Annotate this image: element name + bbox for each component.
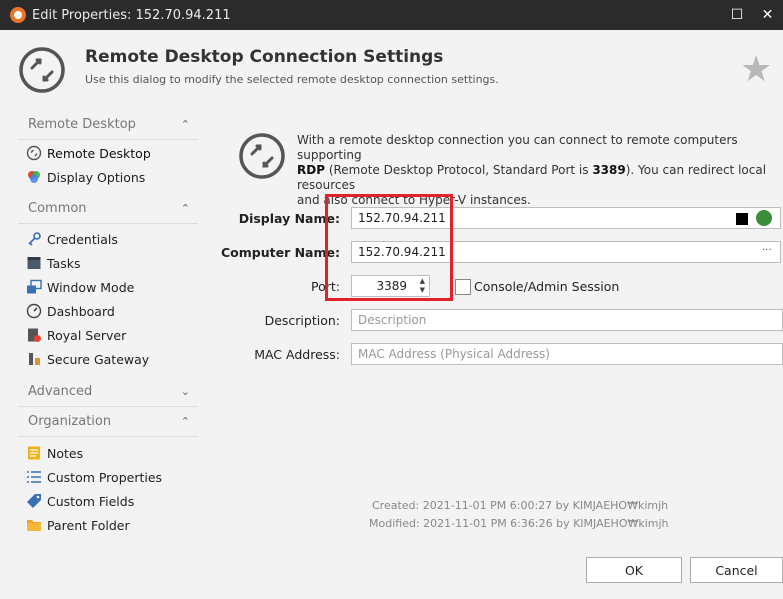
section-remote-desktop[interactable]: Remote Desktop ⌃ (18, 110, 198, 140)
list-icon (26, 469, 42, 485)
main-panel: With a remote desktop connection you can… (200, 110, 783, 599)
sidebar-item-label: Dashboard (47, 303, 115, 319)
page-subtitle: Use this dialog to modify the selected r… (85, 73, 499, 86)
remote-desktop-icon (239, 133, 285, 179)
info-rdp: RDP (297, 163, 325, 177)
browse-icon[interactable]: ··· (762, 245, 772, 256)
folder-icon (26, 517, 42, 533)
sidebar-item-label: Window Mode (47, 279, 135, 295)
chevron-up-icon[interactable]: ⌃ (181, 118, 190, 131)
rdp-icon (26, 145, 42, 161)
computer-name-label: Computer Name: (220, 245, 340, 260)
notes-icon (26, 445, 42, 461)
chevron-up-icon[interactable]: ⌃ (181, 202, 190, 215)
sidebar-item-label: Custom Properties (47, 469, 163, 485)
royal-server-icon (26, 327, 42, 343)
section-label: Common (28, 201, 87, 216)
info-port: 3389 (592, 163, 626, 177)
console-session-label[interactable]: Console/Admin Session (474, 279, 619, 294)
display-name-label: Display Name: (238, 211, 340, 226)
sidebar-item-tasks[interactable]: Tasks (18, 251, 198, 275)
section-label: Organization (28, 414, 112, 429)
sidebar-item-label: Royal Server (47, 327, 127, 343)
section-label: Remote Desktop (28, 117, 136, 132)
ok-button[interactable]: OK (586, 557, 682, 583)
sidebar-item-display-options[interactable]: Display Options (18, 165, 198, 189)
sidebar-item-notes[interactable]: Notes (18, 441, 198, 465)
chevron-down-icon[interactable]: ⌄ (181, 385, 190, 398)
sidebar-item-label: Credentials (47, 231, 118, 247)
sidebar-item-label: Parent Folder (47, 517, 130, 533)
mac-address-field[interactable]: MAC Address (Physical Address) (351, 343, 783, 365)
description-label: Description: (264, 313, 340, 328)
sidebar-item-label: Tasks (47, 255, 81, 271)
favorite-star-icon[interactable]: ★ (740, 52, 772, 88)
key-icon (26, 231, 42, 247)
chevron-up-icon[interactable]: ⌃ (181, 415, 190, 428)
info-line-1: With a remote desktop connection you can… (297, 133, 738, 162)
sidebar-item-secure-gateway[interactable]: Secure Gateway (18, 347, 198, 371)
created-info: Created: 2021-11-01 PM 6:00:27 by KIMJAE… (372, 499, 669, 512)
close-button[interactable]: ✕ (752, 0, 783, 30)
sidebar-item-label: Notes (47, 445, 84, 461)
dashboard-icon (26, 303, 42, 319)
sidebar-item-remote-desktop[interactable]: Remote Desktop (18, 141, 198, 165)
description-field[interactable]: Description (351, 309, 783, 331)
connection-icon[interactable] (756, 210, 772, 226)
title-bar: Edit Properties: 152.70.94.211 ☐ ✕ (0, 0, 783, 30)
color-swatch-icon[interactable] (736, 213, 748, 225)
tasks-icon (26, 255, 42, 271)
window-title: Edit Properties: 152.70.94.211 (32, 7, 231, 23)
info-line-2a: (Remote Desktop Protocol, Standard Port … (325, 163, 593, 177)
sidebar-item-custom-fields[interactable]: Custom Fields (18, 489, 198, 513)
sidebar-item-label: Secure Gateway (47, 351, 150, 367)
sidebar-item-label: Remote Desktop (47, 145, 151, 161)
section-advanced[interactable]: Advanced ⌄ (18, 377, 198, 407)
remote-desktop-large-icon (19, 47, 65, 93)
sidebar-item-credentials[interactable]: Credentials (18, 227, 198, 251)
sidebar-item-window-mode[interactable]: Window Mode (18, 275, 198, 299)
console-session-checkbox[interactable] (455, 279, 471, 295)
sidebar-item-royal-server[interactable]: Royal Server (18, 323, 198, 347)
section-organization[interactable]: Organization ⌃ (18, 407, 198, 437)
dialog-header: Remote Desktop Connection Settings Use t… (0, 30, 783, 110)
mac-address-label: MAC Address: (254, 347, 340, 362)
sidebar-item-dashboard[interactable]: Dashboard (18, 299, 198, 323)
highlight-box (325, 194, 453, 301)
tag-icon (26, 493, 42, 509)
modified-info: Modified: 2021-11-01 PM 6:36:26 by KIMJA… (369, 517, 669, 530)
secure-gateway-icon (26, 351, 42, 367)
section-label: Advanced (28, 384, 93, 399)
display-options-icon (26, 169, 42, 185)
port-label: Port: (311, 279, 340, 294)
sidebar-item-custom-properties[interactable]: Custom Properties (18, 465, 198, 489)
page-title: Remote Desktop Connection Settings (85, 47, 444, 67)
sidebar-item-label: Display Options (47, 169, 146, 185)
sidebar-item-label: Custom Fields (47, 493, 135, 509)
cancel-button[interactable]: Cancel (690, 557, 783, 583)
app-icon (10, 7, 26, 23)
window-mode-icon (26, 279, 42, 295)
section-common[interactable]: Common ⌃ (18, 194, 198, 224)
sidebar: Remote Desktop ⌃ Remote Desktop Display … (18, 110, 198, 537)
sidebar-item-parent-folder[interactable]: Parent Folder (18, 513, 198, 537)
